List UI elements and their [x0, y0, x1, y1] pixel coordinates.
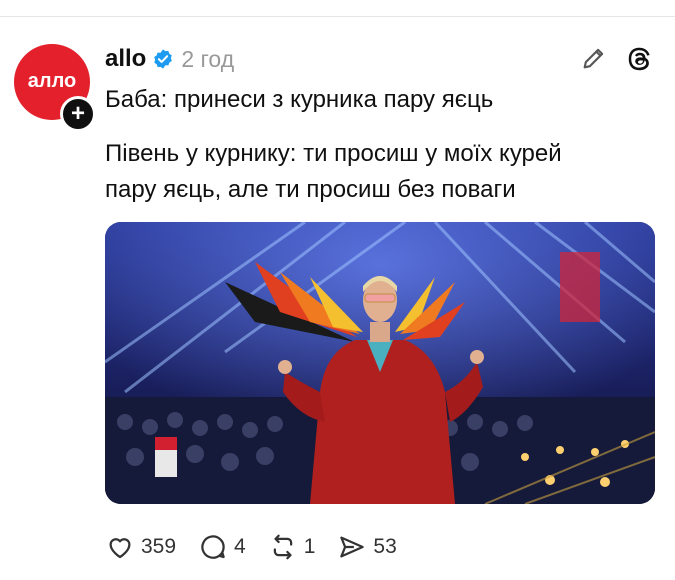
- repost-count: 1: [303, 535, 316, 558]
- share-button[interactable]: 53: [337, 532, 397, 562]
- username[interactable]: allo: [105, 45, 146, 73]
- repost-button[interactable]: 1: [268, 532, 316, 562]
- follow-button[interactable]: +: [60, 96, 96, 132]
- share-icon: [340, 536, 365, 558]
- post-text-line-3: пару яєць, але ти просиш без поваги: [105, 176, 516, 203]
- stage-performer-illustration: [105, 222, 655, 504]
- top-divider: [0, 16, 675, 17]
- avatar-logo: алло: [27, 70, 77, 92]
- repost-icon: [273, 534, 292, 560]
- like-count: 359: [141, 535, 177, 558]
- action-bar: 359 4 1 53: [105, 530, 419, 564]
- post-header: allo 2 год: [105, 42, 234, 76]
- post-time: 2 год: [181, 45, 235, 72]
- share-count: 53: [373, 535, 397, 558]
- post-image[interactable]: [105, 222, 655, 504]
- heart-icon: [109, 538, 131, 559]
- like-button[interactable]: 359: [105, 532, 176, 562]
- post-text-line-1: Баба: принеси з курника пару яєць: [105, 86, 494, 113]
- reply-button[interactable]: 4: [198, 532, 246, 562]
- verified-badge-icon: [154, 49, 173, 69]
- pencil-icon[interactable]: [580, 44, 608, 72]
- threads-logo-icon[interactable]: [624, 44, 654, 74]
- post-text-line-2: Півень у курнику: ти просиш у моїх курей: [105, 140, 562, 167]
- comment-icon: [201, 535, 225, 559]
- reply-count: 4: [234, 535, 246, 558]
